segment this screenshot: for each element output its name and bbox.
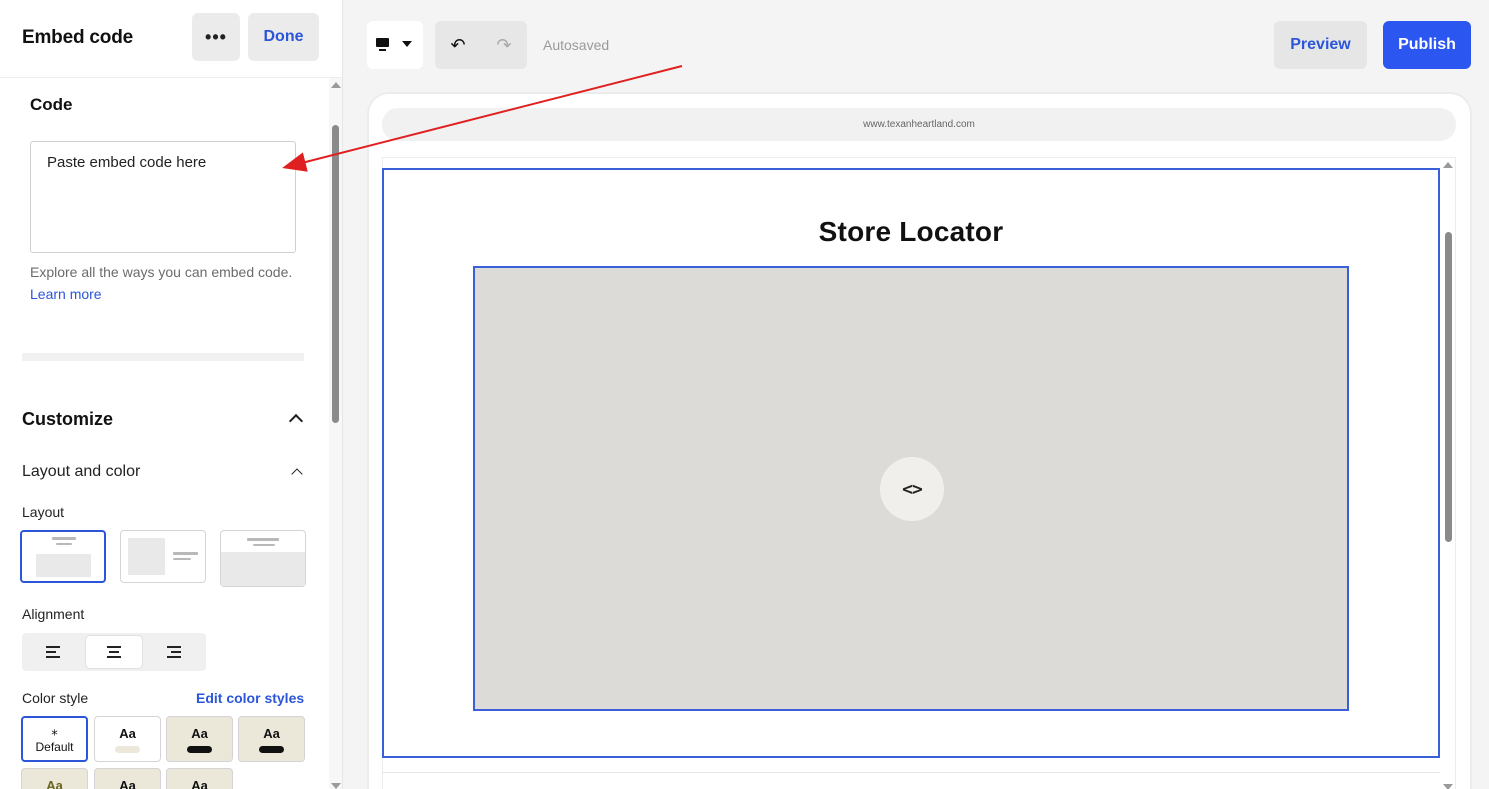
customize-heading[interactable]: Customize <box>22 409 113 430</box>
layout-option-side-by-side[interactable] <box>120 530 206 583</box>
caret-down-icon <box>402 41 412 47</box>
more-icon: ••• <box>205 26 227 47</box>
color-swatch-default[interactable]: ⁎ Default <box>21 716 88 762</box>
layout-title-line <box>173 552 198 555</box>
layout-media-block <box>221 552 305 586</box>
desktop-icon-base <box>379 49 386 51</box>
magic-wand-icon: ⁎ <box>51 724 58 739</box>
edit-color-styles-link[interactable]: Edit color styles <box>196 690 304 706</box>
redo-icon: ↷ <box>496 34 512 56</box>
undo-icon: ↶ <box>450 34 466 56</box>
swatch-label: Default <box>35 740 74 754</box>
layout-media-block <box>128 538 165 575</box>
swatch-button-preview <box>259 746 284 753</box>
code-brackets-icon: <> <box>880 457 944 521</box>
color-swatch-2[interactable]: Aa <box>166 716 233 762</box>
color-swatch-5[interactable]: Aa <box>94 768 161 789</box>
chevron-up-icon[interactable] <box>288 413 304 429</box>
undo-button[interactable]: ↶ <box>435 21 481 69</box>
alignment-toggle-group <box>22 633 206 671</box>
align-left-button[interactable] <box>25 636 81 668</box>
scroll-up-icon[interactable] <box>331 82 341 88</box>
color-swatch-6[interactable]: Aa <box>166 768 233 789</box>
swatch-label: Aa <box>263 726 280 741</box>
code-section-heading: Code <box>30 95 73 114</box>
align-right-button[interactable] <box>146 636 202 668</box>
scroll-up-icon[interactable] <box>1443 162 1453 168</box>
swatch-label: Aa <box>119 726 136 741</box>
undo-redo-group: ↶ ↷ <box>435 21 527 69</box>
chevron-up-icon[interactable] <box>291 468 303 480</box>
scroll-down-icon[interactable] <box>331 783 341 789</box>
align-center-button[interactable] <box>86 636 142 668</box>
swatch-button-preview <box>187 746 212 753</box>
layout-label: Layout <box>22 504 65 520</box>
embed-settings-panel: Embed code ••• Done Code Explore all the… <box>0 0 343 789</box>
layout-option-stacked[interactable] <box>20 530 106 583</box>
desktop-icon <box>376 38 389 47</box>
device-switch-button[interactable] <box>367 21 423 69</box>
alignment-label: Alignment <box>22 606 85 622</box>
redo-button[interactable]: ↷ <box>481 21 527 69</box>
layout-text-line <box>173 558 191 560</box>
preview-button[interactable]: Preview <box>1274 21 1367 69</box>
section-divider <box>22 353 304 361</box>
panel-title: Embed code <box>22 27 133 48</box>
layout-text-line <box>253 544 275 546</box>
learn-more-link[interactable]: Learn more <box>30 286 102 302</box>
layout-and-color-heading[interactable]: Layout and color <box>22 463 140 481</box>
color-swatch-3[interactable]: Aa <box>238 716 305 762</box>
layout-option-banner[interactable] <box>220 530 306 587</box>
panel-header: Embed code ••• Done <box>0 0 342 78</box>
section-title[interactable]: Store Locator <box>382 216 1440 248</box>
layout-text-line <box>56 543 72 545</box>
layout-media-block <box>36 554 91 577</box>
swatch-label: Aa <box>119 778 136 789</box>
layout-title-line <box>52 537 76 540</box>
swatch-label: Aa <box>191 726 208 741</box>
color-style-label: Color style <box>22 690 89 706</box>
canvas-scrollbar-thumb[interactable] <box>1445 232 1452 542</box>
panel-scrollbar-thumb[interactable] <box>332 125 339 423</box>
color-swatch-4[interactable]: Aa <box>21 768 88 789</box>
swatch-label: Aa <box>191 778 208 789</box>
layout-title-line <box>247 538 279 541</box>
more-options-button[interactable]: ••• <box>192 13 240 61</box>
url-bar: www.texanheartland.com <box>382 108 1456 141</box>
swatch-label: Aa <box>46 778 63 789</box>
publish-button[interactable]: Publish <box>1383 21 1471 69</box>
autosave-status: Autosaved <box>543 37 610 53</box>
scroll-down-icon[interactable] <box>1443 784 1453 789</box>
done-button[interactable]: Done <box>248 13 319 61</box>
section-divider <box>382 772 1440 773</box>
color-swatch-1[interactable]: Aa <box>94 716 161 762</box>
embed-hint-text: Explore all the ways you can embed code. <box>30 264 293 280</box>
embed-code-input[interactable] <box>30 141 296 253</box>
swatch-button-preview <box>115 746 140 753</box>
